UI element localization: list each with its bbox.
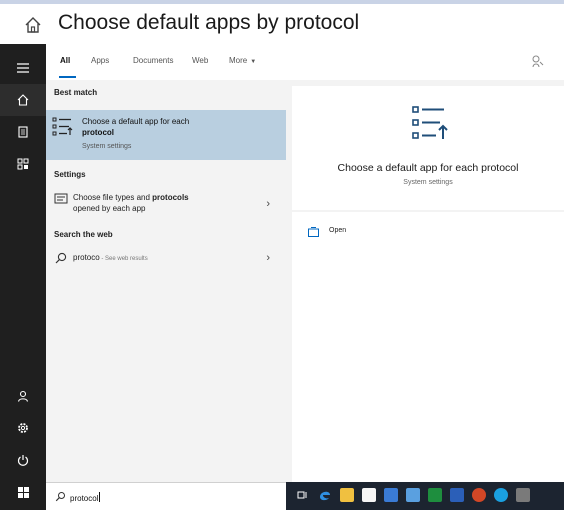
windows-icon[interactable]	[0, 476, 46, 508]
search-input[interactable]: protocol	[70, 492, 101, 503]
preview-title: Choose a default app for each protocol	[337, 162, 519, 174]
settings-item-text-bold: protocols	[152, 193, 189, 202]
task-view-icon[interactable]	[296, 488, 310, 502]
section-settings: Settings	[54, 170, 86, 179]
search-icon	[55, 252, 67, 264]
preview-subtitle: System settings	[403, 179, 453, 186]
rail-home-icon[interactable]	[0, 84, 46, 116]
active-tab-indicator	[59, 76, 76, 78]
open-icon	[308, 227, 319, 237]
file-types-icon	[54, 193, 68, 204]
settings-item-file-types[interactable]: Choose file types and protocols opened b…	[46, 188, 286, 224]
preview-actions: Open	[292, 212, 564, 482]
search-options-icon[interactable]	[530, 54, 546, 70]
page-title: Choose default apps by protocol	[58, 11, 360, 34]
calendar-icon[interactable]	[406, 488, 420, 502]
excel-icon[interactable]	[428, 488, 442, 502]
tab-web[interactable]: Web	[192, 56, 208, 65]
best-match-title-bold: protocol	[82, 128, 114, 137]
powerpoint-icon[interactable]	[472, 488, 486, 502]
mail-icon[interactable]	[384, 488, 398, 502]
search-icon	[55, 492, 65, 502]
settings-item-text-post: opened by each app	[73, 204, 146, 213]
open-label: Open	[329, 227, 347, 234]
word-icon[interactable]	[450, 488, 464, 502]
best-match-item[interactable]: Choose a default app for each protocol S…	[46, 110, 286, 160]
file-explorer-icon[interactable]	[340, 488, 354, 502]
document-icon[interactable]	[0, 116, 46, 148]
app-icon[interactable]	[516, 488, 530, 502]
chevron-right-icon: ›	[266, 252, 270, 264]
text-cursor	[99, 492, 101, 502]
best-match-title: Choose a default app for each protocol	[82, 116, 272, 138]
preview-card: Choose a default app for each protocol S…	[292, 86, 564, 210]
best-match-title-text: Choose a default app for each	[82, 117, 190, 126]
taskbar	[286, 482, 564, 510]
web-search-query: protoco	[73, 253, 100, 262]
tab-all[interactable]: All	[60, 56, 70, 65]
start-rail	[0, 44, 46, 510]
search-input-value: protocol	[70, 494, 99, 503]
chevron-right-icon: ›	[266, 198, 270, 210]
protocol-list-icon	[52, 117, 73, 136]
search-box[interactable]: protocol	[46, 482, 286, 510]
person-icon[interactable]	[0, 380, 46, 412]
chevron-down-icon: ▼	[250, 59, 257, 65]
section-best-match: Best match	[54, 88, 98, 97]
title-bar: Choose default apps by protocol	[0, 4, 564, 44]
settings-icon[interactable]	[0, 412, 46, 444]
skype-icon[interactable]	[494, 488, 508, 502]
menu-icon[interactable]	[0, 52, 46, 84]
tab-apps[interactable]: Apps	[91, 56, 109, 65]
tab-more[interactable]: More ▼	[229, 56, 256, 65]
store-icon[interactable]	[362, 488, 376, 502]
apps-icon[interactable]	[0, 148, 46, 180]
tab-more-label: More	[229, 56, 248, 65]
best-match-subtitle: System settings	[82, 143, 132, 150]
section-search-web: Search the web	[54, 230, 113, 239]
web-search-item[interactable]: protoco - See web results ›	[46, 246, 286, 270]
power-icon[interactable]	[0, 444, 46, 476]
settings-item-text: Choose file types and protocols opened b…	[73, 192, 248, 214]
web-search-suffix: - See web results	[99, 256, 148, 262]
tab-documents[interactable]: Documents	[133, 56, 173, 65]
home-icon[interactable]	[24, 16, 42, 34]
edge-icon[interactable]	[318, 488, 332, 502]
protocol-list-icon	[412, 106, 448, 139]
settings-item-text-pre: Choose file types and	[73, 193, 150, 202]
web-search-text: protoco - See web results	[73, 253, 148, 262]
search-tabs: All Apps Documents Web More ▼	[46, 44, 564, 80]
